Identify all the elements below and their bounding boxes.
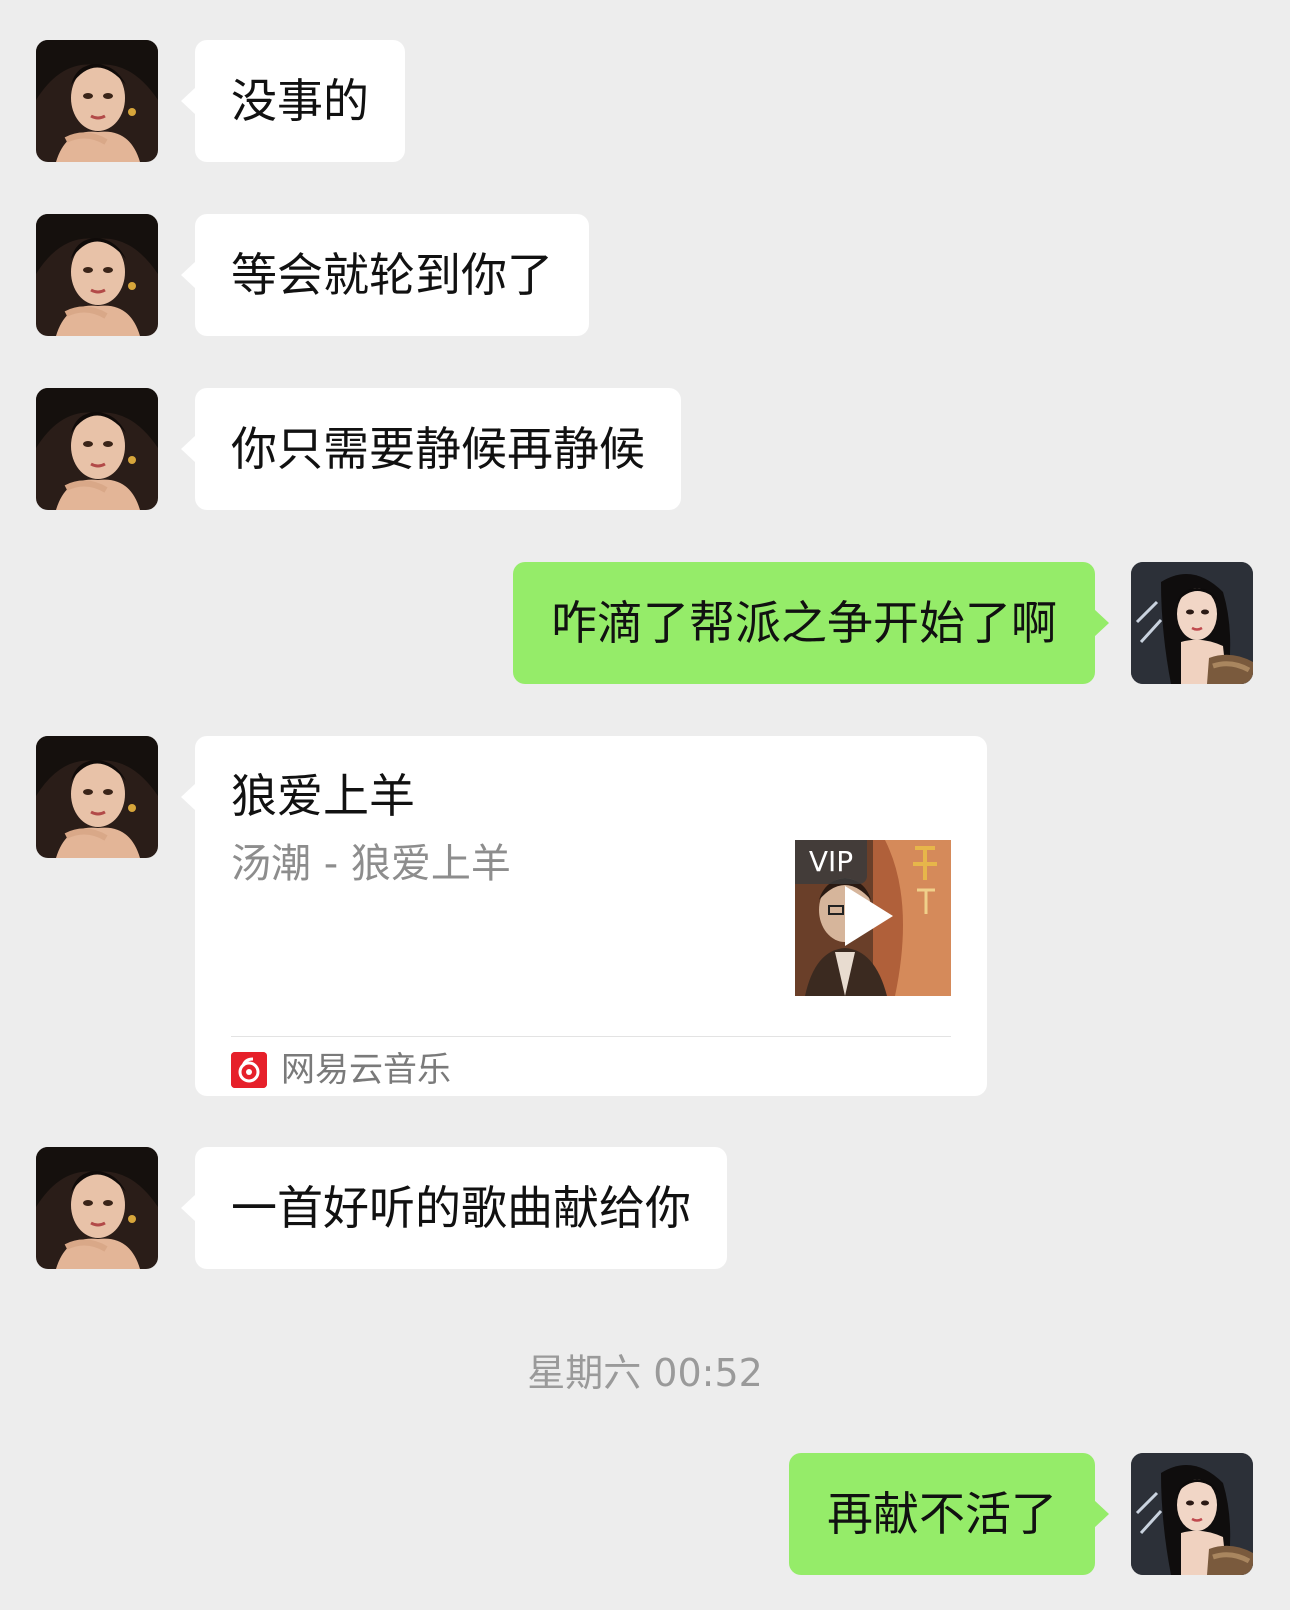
incoming-message-bubble[interactable]: 等会就轮到你了 — [181, 214, 589, 336]
incoming-message-bubble[interactable]: 没事的 — [181, 40, 405, 162]
incoming-message-bubble[interactable]: 一首好听的歌曲献给你 — [181, 1147, 727, 1269]
song-title: 狼爱上羊 — [231, 769, 415, 823]
vip-badge: VIP — [795, 840, 867, 884]
my-avatar[interactable] — [1131, 1453, 1253, 1575]
netease-music-icon — [231, 1052, 267, 1088]
outgoing-message-bubble[interactable]: 再献不活了 — [789, 1453, 1109, 1575]
source-label: 网易云音乐 — [281, 1050, 451, 1090]
song-artist: 汤潮 - 狼爱上羊 — [231, 841, 511, 887]
card-divider — [231, 1036, 951, 1037]
contact-avatar[interactable] — [36, 214, 158, 336]
incoming-message-bubble[interactable]: 你只需要静候再静候 — [181, 388, 681, 510]
contact-avatar[interactable] — [36, 388, 158, 510]
album-cover[interactable]: VIP — [795, 840, 951, 996]
play-icon[interactable] — [845, 886, 893, 946]
contact-avatar[interactable] — [36, 1147, 158, 1269]
contact-avatar[interactable] — [36, 40, 158, 162]
outgoing-message-bubble[interactable]: 咋滴了帮派之争开始了啊 — [513, 562, 1109, 684]
music-source: 网易云音乐 — [231, 1050, 451, 1090]
my-avatar[interactable] — [1131, 562, 1253, 684]
chat-view[interactable]: 没事的 等会就轮到你了 你只需要静候再静候 咋滴了帮派之争开始了啊 狼爱上羊 汤… — [0, 0, 1290, 1610]
message-timestamp: 星期六 00:52 — [527, 1351, 763, 1395]
music-share-card[interactable]: 狼爱上羊 汤潮 - 狼爱上羊 VIP 网易云音乐 — [181, 736, 987, 1096]
contact-avatar[interactable] — [36, 736, 158, 858]
